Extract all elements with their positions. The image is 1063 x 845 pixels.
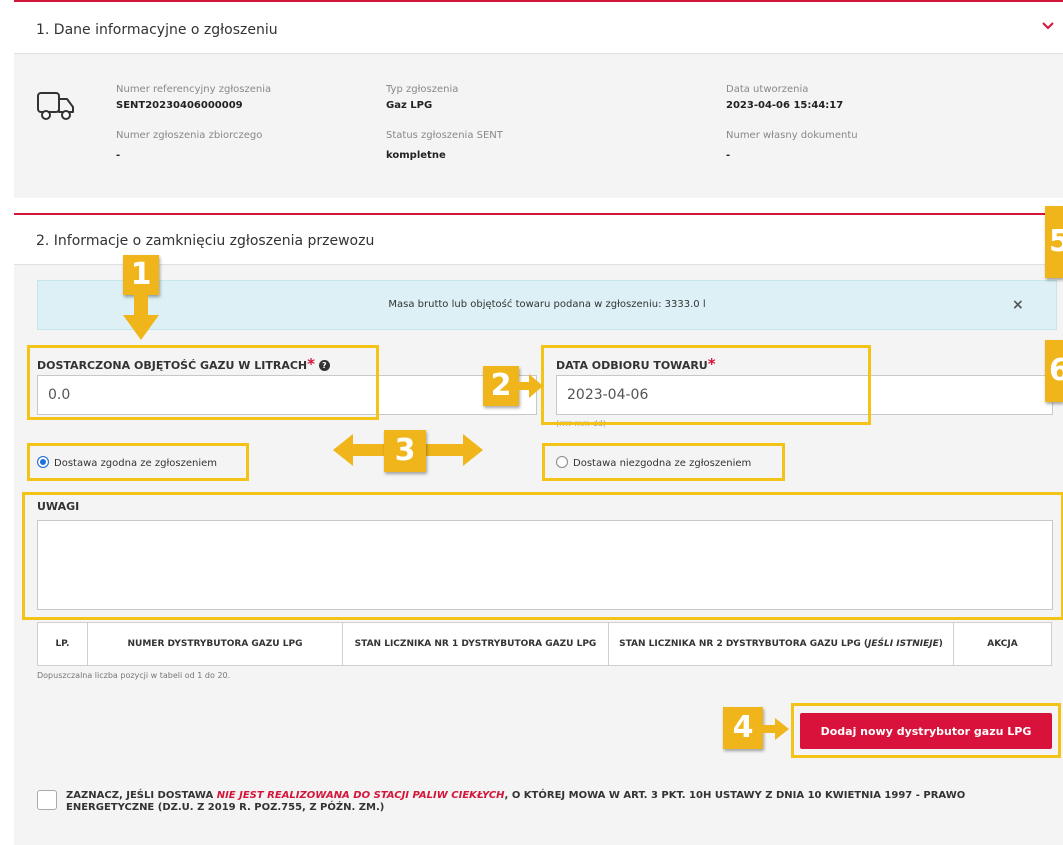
- close-icon[interactable]: ×: [1012, 281, 1024, 329]
- created-date-value: 2023-04-06 15:44:17: [726, 100, 844, 111]
- annotation-badge-2: 2: [483, 366, 519, 406]
- report-type-value: Gaz LPG: [386, 100, 433, 111]
- distributors-table-header: LP. NUMER DYSTRYBUTORA GAZU LPG STAN LIC…: [37, 622, 1052, 666]
- own-document-number-value: -: [726, 150, 731, 161]
- info-alert: Masa brutto lub objętość towaru podana w…: [37, 280, 1057, 330]
- checkbox-text-part1: ZAZNACZ, JEŚLI DOSTAWA: [66, 790, 217, 801]
- col-header-meter-1: STAN LICZNIKA NR 1 DYSTRYBUTORA GAZU LPG: [343, 623, 609, 665]
- annotation-badge-4: 4: [723, 707, 763, 749]
- sent-status-label: Status zgłoszenia SENT: [386, 130, 503, 141]
- annotation-frame-remarks: [22, 492, 1063, 620]
- annotation-frame-radio-noncompliant: [542, 443, 785, 481]
- arrow-down-icon: [123, 295, 159, 340]
- report-type-label: Typ zgłoszenia: [386, 84, 459, 95]
- annotation-frame-volume: [27, 345, 379, 420]
- chevron-down-icon[interactable]: [1042, 20, 1054, 32]
- section-title: 1. Dane informacyjne o zgłoszeniu: [36, 22, 278, 38]
- col-header-meter-2-text: STAN LICZNIKA NR 2 DYSTRYBUTORA GAZU LPG…: [619, 638, 869, 649]
- info-alert-text: Masa brutto lub objętość towaru podana w…: [388, 299, 706, 310]
- reference-number-label: Numer referencyjny zgłoszenia: [116, 84, 272, 95]
- bulk-report-number-label: Numer zgłoszenia zbiorczego: [116, 130, 263, 141]
- section-title: 2. Informacje o zamknięciu zgłoszenia pr…: [36, 233, 375, 249]
- reference-number-value: SENT20230406000009: [116, 100, 243, 111]
- annotation-frame-add-button: [791, 703, 1061, 758]
- checkbox-text-emphasis: NIE JEST REALIZOWANA DO STACJI PALIW CIE…: [216, 790, 505, 801]
- annotation-frame-date: [541, 345, 871, 425]
- created-date-label: Data utworzenia: [726, 84, 809, 95]
- section-closing-info-header: 2. Informacje o zamknięciu zgłoszenia pr…: [14, 215, 1063, 265]
- col-header-action: AKCJA: [987, 638, 1018, 649]
- annotation-frame-radio-compliant: [27, 443, 249, 481]
- sent-status-value: kompletne: [386, 150, 446, 161]
- non-station-checkbox-label: ZAZNACZ, JEŚLI DOSTAWA NIE JEST REALIZOW…: [66, 790, 1026, 814]
- annotation-badge-5: 5: [1045, 206, 1063, 278]
- table-note: Dopuszczalna liczba pozycji w tabeli od …: [37, 671, 231, 680]
- col-header-meter-2-close: ): [938, 638, 943, 649]
- arrow-right-icon: [763, 718, 789, 740]
- own-document-number-label: Numer własny dokumentu: [726, 130, 858, 141]
- truck-icon: [37, 92, 74, 120]
- col-header-meter-2-optional: JEŚLI ISTNIEJE: [868, 638, 939, 649]
- annotation-badge-3: 3: [384, 430, 426, 472]
- col-header-distributor-number: NUMER DYSTRYBUTORA GAZU LPG: [88, 623, 343, 665]
- col-header-meter-2: STAN LICZNIKA NR 2 DYSTRYBUTORA GAZU LPG…: [609, 623, 954, 665]
- annotation-badge-1: 1: [123, 255, 159, 295]
- section-report-info-header[interactable]: 1. Dane informacyjne o zgłoszeniu: [14, 2, 1063, 54]
- section-report-info: 1. Dane informacyjne o zgłoszeniu Numer …: [14, 0, 1063, 198]
- arrow-right-icon: [519, 374, 543, 398]
- annotation-badge-6: 6: [1045, 340, 1063, 402]
- col-header-lp: LP.: [38, 623, 88, 665]
- non-station-checkbox[interactable]: [37, 790, 57, 810]
- bulk-report-number-value: -: [116, 150, 121, 161]
